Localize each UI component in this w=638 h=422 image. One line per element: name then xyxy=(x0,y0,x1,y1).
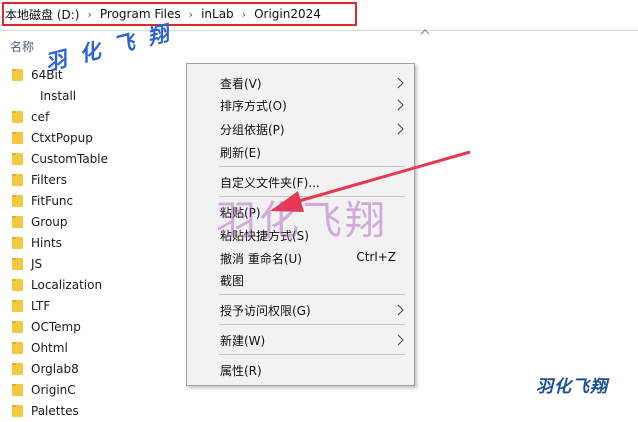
column-header-name[interactable]: 名称 xyxy=(10,38,34,55)
folder-icon xyxy=(12,216,23,228)
list-item[interactable]: Palettes xyxy=(12,400,79,421)
menu-separator xyxy=(219,166,405,167)
folder-icon xyxy=(12,405,23,417)
list-item[interactable]: Orglab8 xyxy=(12,358,79,379)
chevron-right-icon[interactable]: › xyxy=(189,8,193,21)
list-item[interactable]: CtxtPopup xyxy=(12,127,93,148)
file-name: FitFunc xyxy=(31,193,74,208)
list-item[interactable]: cef xyxy=(12,106,49,127)
file-name: OriginC xyxy=(31,382,76,397)
folder-icon xyxy=(12,258,23,270)
watermark-corner: 羽化飞翔 xyxy=(536,377,608,397)
menu-item-label: 撤消 重命名(U) xyxy=(220,252,302,266)
sort-chevron-up-icon xyxy=(420,29,430,35)
menu-item-undo-rename[interactable]: 撤消 重命名(U) Ctrl+Z xyxy=(187,247,414,269)
file-name: CtxtPopup xyxy=(31,130,93,145)
menu-item-label: 排序方式(O) xyxy=(220,99,287,113)
menu-item-refresh[interactable]: 刷新(E) xyxy=(187,141,414,163)
chevron-right-icon xyxy=(397,99,404,111)
folder-icon xyxy=(12,321,23,333)
folder-icon xyxy=(12,342,23,354)
file-name: Orglab8 xyxy=(31,361,79,376)
file-name: Palettes xyxy=(31,403,79,418)
menu-separator xyxy=(219,294,405,295)
menu-item-new[interactable]: 新建(W) xyxy=(187,329,414,351)
menu-item-label: 查看(V) xyxy=(220,77,262,91)
list-item[interactable]: CustomTable xyxy=(12,148,108,169)
menu-item-view[interactable]: 查看(V) xyxy=(187,72,414,94)
chevron-right-icon xyxy=(397,77,404,89)
folder-icon xyxy=(12,237,23,249)
file-name: OCTemp xyxy=(31,319,81,334)
folder-icon xyxy=(12,69,23,81)
list-item[interactable]: FitFunc xyxy=(12,190,73,211)
menu-item-label: 截图 xyxy=(220,274,245,288)
chevron-right-icon xyxy=(397,123,404,135)
menu-separator xyxy=(219,354,405,355)
menu-item-sort-by[interactable]: 排序方式(O) xyxy=(187,94,414,116)
menu-item-screenshot[interactable]: 截图 xyxy=(187,269,414,291)
list-item[interactable]: LTF xyxy=(12,295,50,316)
list-item[interactable]: Install xyxy=(40,85,76,106)
address-bar[interactable]: 本地磁盘 (D:) › Program Files › inLab › Orig… xyxy=(0,0,638,31)
menu-item-label: 分组依据(P) xyxy=(220,123,285,137)
file-name: Ohtml xyxy=(31,340,68,355)
menu-item-properties[interactable]: 属性(R) xyxy=(187,359,414,381)
file-name: Hints xyxy=(31,235,62,250)
menu-item-label: 刷新(E) xyxy=(220,146,261,160)
list-item[interactable]: Group xyxy=(12,211,68,232)
folder-icon xyxy=(12,174,23,186)
folder-icon xyxy=(12,195,23,207)
folder-icon xyxy=(12,279,23,291)
list-item[interactable]: JS xyxy=(12,253,42,274)
file-name: CustomTable xyxy=(31,151,109,166)
file-name: Localization xyxy=(31,277,103,292)
folder-icon xyxy=(12,111,23,123)
list-item[interactable]: OriginC xyxy=(12,379,76,400)
list-item[interactable]: Filters xyxy=(12,169,67,190)
folder-icon xyxy=(12,363,23,375)
menu-item-label: 属性(R) xyxy=(220,364,262,378)
list-item[interactable]: OCTemp xyxy=(12,316,81,337)
file-name: cef xyxy=(31,109,50,124)
menu-separator xyxy=(219,324,405,325)
folder-icon xyxy=(12,300,23,312)
chevron-right-icon xyxy=(397,304,404,316)
watermark-center: 羽化飞翔 xyxy=(216,198,388,244)
file-name: Install xyxy=(40,88,77,103)
breadcrumb-item-origin2024[interactable]: Origin2024 xyxy=(254,7,321,21)
list-item[interactable]: Hints xyxy=(12,232,62,253)
folder-icon xyxy=(12,153,23,165)
chevron-right-icon[interactable]: › xyxy=(87,8,91,21)
chevron-right-icon xyxy=(397,334,404,346)
menu-item-group-by[interactable]: 分组依据(P) xyxy=(187,118,414,140)
breadcrumb-item-originlab[interactable]: inLab xyxy=(201,7,234,21)
folder-icon xyxy=(12,384,23,396)
list-item[interactable]: Ohtml xyxy=(12,337,68,358)
menu-item-label: 新建(W) xyxy=(220,334,266,348)
menu-item-shortcut: Ctrl+Z xyxy=(356,250,396,264)
chevron-right-icon[interactable]: › xyxy=(242,8,246,21)
folder-icon xyxy=(12,132,23,144)
file-name: Filters xyxy=(31,172,67,187)
file-name: LTF xyxy=(31,298,51,313)
list-item[interactable]: Localization xyxy=(12,274,102,295)
file-name: JS xyxy=(31,256,43,271)
file-name: Group xyxy=(31,214,68,229)
breadcrumb-item-drive[interactable]: 本地磁盘 (D:) xyxy=(5,6,79,23)
menu-item-grant-access[interactable]: 授予访问权限(G) xyxy=(187,299,414,321)
menu-item-label: 授予访问权限(G) xyxy=(220,304,311,318)
